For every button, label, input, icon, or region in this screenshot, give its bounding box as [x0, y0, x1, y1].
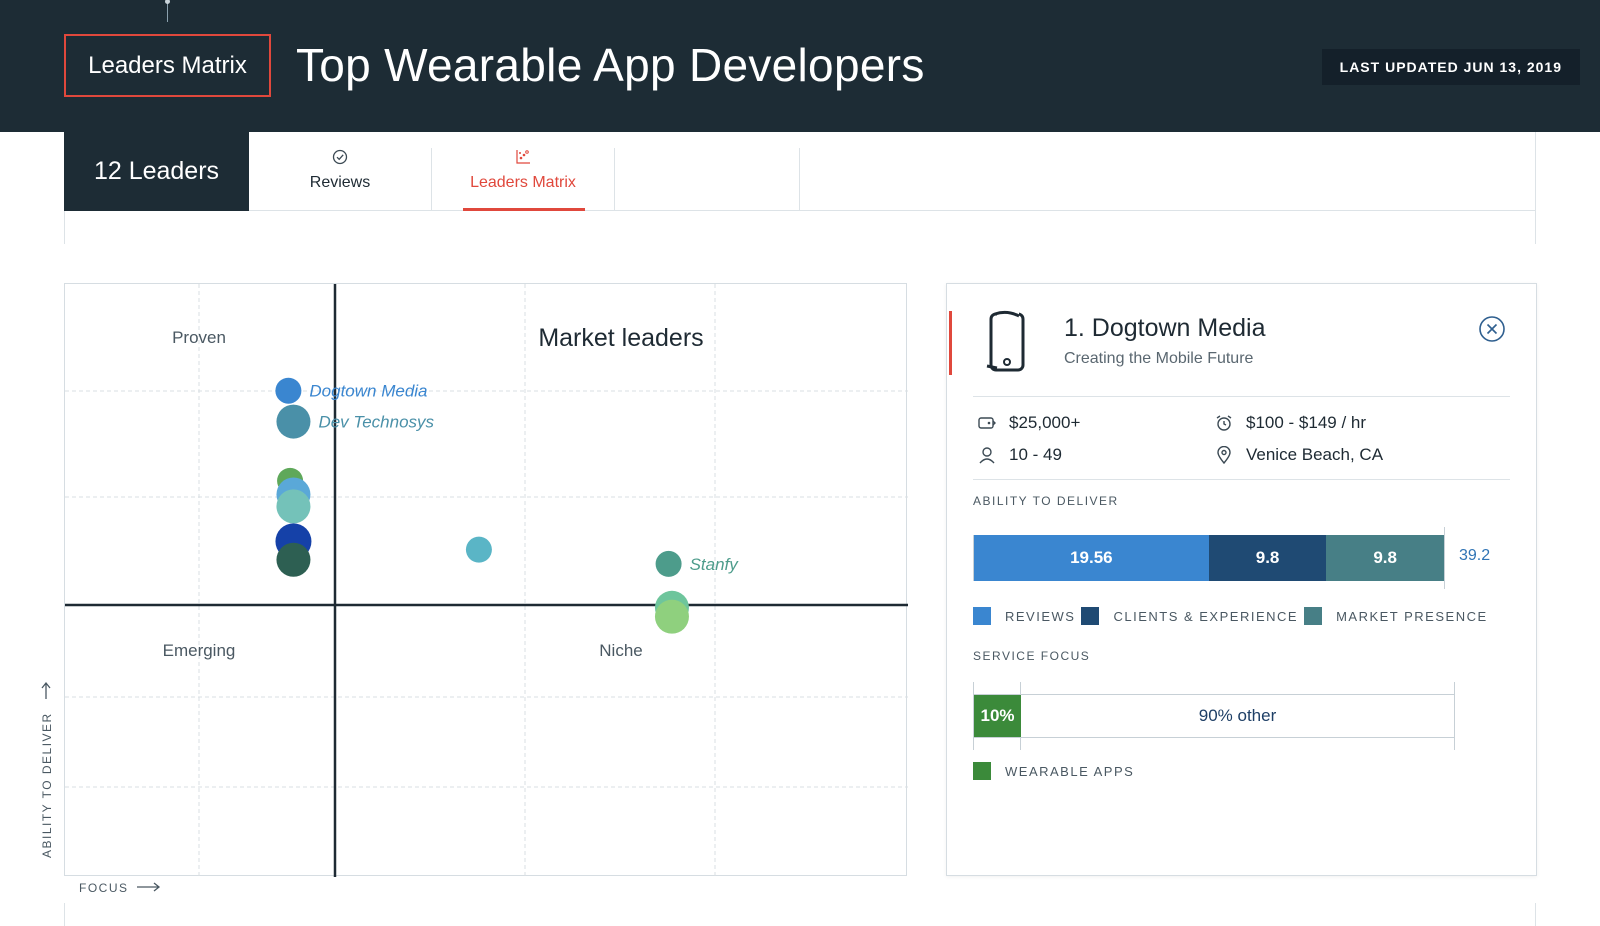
matrix-grid	[65, 284, 908, 877]
x-axis-label: FOCUS	[79, 881, 161, 895]
ability-total: 39.2	[1459, 547, 1491, 564]
company-logo	[985, 310, 1029, 374]
panel-accent-bar	[949, 311, 952, 375]
arrow-right-icon	[40, 681, 54, 700]
ability-stacked-bar: 19.56 9.8 9.8	[973, 535, 1444, 581]
company-detail-panel: 1. Dogtown Media Creating the Mobile Fut…	[946, 283, 1537, 876]
matrix-point[interactable]	[654, 599, 689, 634]
active-tab-underline	[463, 208, 585, 211]
min-project-size: $25,000+	[977, 413, 1080, 433]
price-tag-icon	[977, 413, 997, 433]
frame-line-left	[64, 903, 65, 926]
quadrant-label-niche: Niche	[599, 641, 642, 660]
leaders-matrix-chart: Proven Market leaders Emerging Niche Dog…	[64, 283, 908, 877]
arrow-right-icon	[136, 881, 161, 895]
service-focus-bar: 10% 90% other	[973, 694, 1455, 738]
employees-value: 10 - 49	[1009, 445, 1062, 464]
ability-segment: 9.8	[1326, 535, 1444, 581]
ability-to-deliver-label: ABILITY TO DELIVER	[973, 494, 1119, 508]
location: Venice Beach, CA	[1214, 445, 1383, 465]
legend-swatch	[1304, 607, 1323, 625]
matrix-quadrant-axes	[65, 284, 908, 877]
stack-end-line	[1444, 527, 1445, 589]
legend-label: CLIENTS & EXPERIENCE	[1113, 608, 1299, 624]
last-updated-badge: LAST UPDATED JUN 13, 2019	[1321, 49, 1580, 85]
matrix-point[interactable]	[276, 489, 311, 524]
quadrant-label-proven: Proven	[172, 328, 226, 347]
tab-reviews-label: Reviews	[309, 174, 371, 191]
y-axis-label: ABILITY TO DELIVER	[38, 682, 58, 858]
scatter-icon	[514, 148, 532, 166]
location-value: Venice Beach, CA	[1246, 445, 1384, 464]
legend-label: MARKET PRESENCE	[1336, 608, 1488, 624]
quadrant-label-market-leaders: Market leaders	[538, 324, 703, 352]
tab-placeholder	[615, 148, 800, 211]
panel-divider	[973, 479, 1510, 480]
ability-segment: 9.8	[1208, 535, 1327, 581]
ability-segment: 19.56	[974, 535, 1209, 581]
matrix-point[interactable]	[276, 404, 311, 439]
location-pin-icon	[1214, 445, 1234, 465]
legend-swatch	[973, 607, 991, 625]
check-circle-icon	[331, 148, 349, 166]
x-axis-title: FOCUS	[79, 881, 129, 895]
matrix-svg: Proven Market leaders Emerging Niche Dog…	[65, 284, 908, 877]
tab-leaders-matrix-label: Leaders Matrix	[470, 174, 576, 191]
hourly-rate: $100 - $149 / hr	[1214, 413, 1366, 433]
service-focus-legend: WEARABLE APPS	[973, 762, 1134, 780]
ability-legend-item: MARKET PRESENCE	[1304, 607, 1488, 625]
matrix-point-label[interactable]: Dev Technosys	[318, 413, 434, 432]
matrix-point[interactable]	[655, 550, 682, 577]
ability-legend-item: REVIEWS	[973, 607, 1075, 625]
close-icon[interactable]	[1478, 315, 1506, 343]
company-name[interactable]: 1. Dogtown Media	[1064, 314, 1266, 343]
matrix-points: Dogtown Media Dev Technosys Stanfy	[275, 377, 740, 634]
clock-icon	[1214, 413, 1234, 433]
hourly-rate-value: $100 - $149 / hr	[1246, 413, 1367, 432]
min-project-value: $25,000+	[1009, 413, 1081, 432]
user-icon	[977, 445, 997, 465]
panel-divider	[973, 396, 1510, 397]
frame-line-right	[1535, 903, 1536, 926]
legend-swatch	[973, 762, 991, 780]
employees: 10 - 49	[977, 445, 1062, 465]
tab-leaders-matrix[interactable]: Leaders Matrix	[432, 148, 615, 211]
page-title: Top Wearable App Developers	[296, 39, 925, 91]
matrix-point[interactable]	[465, 536, 492, 563]
company-tagline: Creating the Mobile Future	[1064, 350, 1254, 367]
legend-swatch	[1081, 607, 1100, 625]
service-focus-legend-label: WEARABLE APPS	[1005, 763, 1135, 779]
service-focus-rest: 90% other	[1198, 706, 1277, 725]
leaders-count: 12 Leaders	[64, 132, 249, 211]
matrix-point-label[interactable]: Dogtown Media	[309, 382, 427, 401]
ability-legend-item: CLIENTS & EXPERIENCE	[1081, 607, 1298, 625]
page-header: Leaders Matrix Top Wearable App Develope…	[0, 0, 1600, 132]
matrix-point[interactable]	[275, 377, 302, 404]
legend-label: REVIEWS	[1005, 608, 1076, 624]
tab-reviews[interactable]: Reviews	[249, 148, 432, 211]
matrix-point-label[interactable]: Stanfy	[690, 555, 740, 574]
service-focus-label: SERVICE FOCUS	[973, 649, 1091, 663]
leaders-matrix-badge: Leaders Matrix	[64, 34, 271, 97]
quadrant-label-emerging: Emerging	[163, 641, 236, 660]
service-focus-filled: 10%	[974, 695, 1021, 737]
matrix-point[interactable]	[276, 542, 311, 577]
header-pin-marker	[165, 0, 170, 22]
ability-legend: REVIEWS CLIENTS & EXPERIENCE MARKET PRESEN…	[973, 607, 1494, 625]
y-axis-title: ABILITY TO DELIVER	[40, 712, 54, 858]
